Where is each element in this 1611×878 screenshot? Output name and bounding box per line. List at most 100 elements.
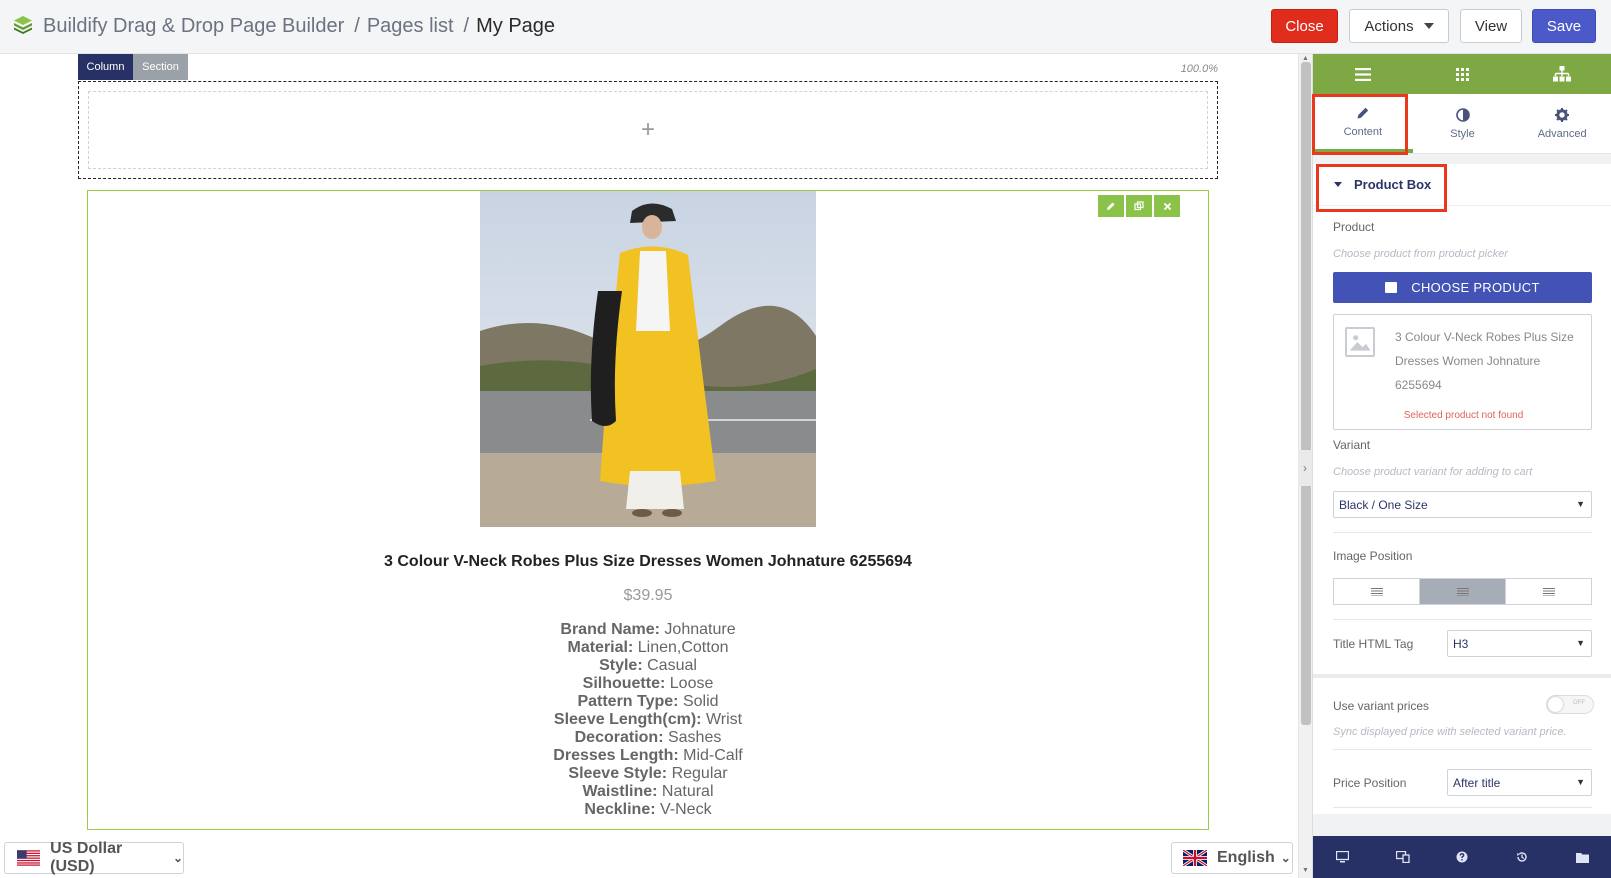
duplicate-widget-button[interactable] — [1126, 195, 1152, 217]
image-position-label: Image Position — [1333, 549, 1413, 563]
history-icon — [1517, 852, 1527, 862]
actions-dropdown-button[interactable]: Actions — [1349, 9, 1449, 43]
variant-prices-toggle[interactable]: OFF — [1546, 695, 1594, 714]
caret-down-icon: ▼ — [1576, 499, 1585, 509]
spec-key: Dresses Length: — [553, 747, 679, 764]
image-position-right[interactable] — [1506, 579, 1591, 604]
title-tag-select[interactable]: H3 ▼ — [1447, 630, 1592, 657]
close-button[interactable]: Close — [1271, 9, 1338, 43]
spec-row: Waistline: Natural — [88, 783, 1208, 801]
actions-button-label: Actions — [1364, 17, 1414, 35]
product-description: Brand Name: Johnature Material: Linen,Co… — [88, 621, 1208, 819]
desktop-icon — [1336, 851, 1350, 863]
tab-advanced-label: Advanced — [1537, 127, 1587, 140]
view-button-label: View — [1474, 17, 1508, 35]
align-left-icon — [1370, 587, 1383, 596]
library-button[interactable] — [1552, 836, 1611, 878]
add-widget-icon[interactable]: + — [641, 116, 655, 144]
breadcrumb-pages-list[interactable]: Pages list — [367, 15, 454, 37]
tab-style-label: Style — [1450, 127, 1475, 140]
panel-footer — [1313, 836, 1611, 878]
title-tag-label: Title HTML Tag — [1333, 637, 1414, 651]
product-label: Product — [1333, 220, 1375, 234]
desktop-preview-button[interactable] — [1313, 836, 1373, 878]
variant-select[interactable]: Black / One Size ▼ — [1333, 491, 1592, 518]
scroll-up-arrow-icon[interactable]: ▲ — [1302, 55, 1309, 62]
choose-product-button[interactable]: CHOOSE PRODUCT — [1333, 272, 1592, 303]
scrollbar-thumb[interactable] — [1301, 62, 1311, 725]
us-flag-icon — [17, 850, 41, 866]
image-position-choice — [1333, 578, 1592, 605]
spec-row: Pattern Type: Solid — [88, 693, 1208, 711]
image-position-left[interactable] — [1334, 579, 1420, 604]
spec-value: Loose — [669, 675, 714, 692]
responsive-mode-button[interactable] — [1373, 836, 1433, 878]
divider — [1333, 619, 1592, 620]
scroll-down-arrow-icon[interactable]: ▼ — [1302, 867, 1309, 874]
chevron-right-icon: › — [1303, 461, 1307, 475]
choose-product-label: CHOOSE PRODUCT — [1411, 280, 1540, 295]
divider — [1333, 749, 1592, 750]
tab-style[interactable]: Style — [1413, 94, 1513, 153]
save-button[interactable]: Save — [1532, 9, 1596, 43]
folder-icon — [1575, 852, 1589, 863]
caret-down-icon: ▼ — [1576, 638, 1585, 648]
image-position-center[interactable] — [1420, 579, 1506, 604]
spec-key: Waistline: — [582, 783, 658, 800]
help-button[interactable] — [1433, 836, 1493, 878]
navigator-button[interactable] — [1512, 54, 1611, 94]
product-not-found-message: Selected product not found — [1403, 410, 1524, 421]
align-right-icon — [1542, 587, 1555, 596]
edit-widget-button[interactable] — [1098, 195, 1124, 217]
spec-value: Natural — [661, 783, 714, 800]
close-button-label: Close — [1285, 17, 1324, 35]
section-divider — [1313, 674, 1611, 678]
language-label: English — [1217, 849, 1275, 866]
breadcrumb-separator: / — [354, 15, 360, 37]
selected-product-card: 3 Colour V-Neck Robes Plus Size Dresses … — [1333, 314, 1592, 430]
collapse-panel-button[interactable]: › — [1298, 450, 1312, 486]
variant-prices-hint: Sync displayed price with selected varia… — [1333, 726, 1567, 738]
spec-key: Sleeve Length(cm): — [553, 711, 702, 728]
spec-key: Sleeve Style: — [568, 765, 668, 782]
empty-column: + — [78, 81, 1218, 179]
spec-key: Brand Name: — [560, 621, 660, 638]
divider — [1333, 532, 1592, 533]
widgets-button[interactable] — [1413, 54, 1513, 94]
chevron-down-icon: ⌄ — [172, 851, 183, 865]
breadcrumb-app-title[interactable]: Buildify Drag & Drop Page Builder — [43, 15, 344, 37]
spec-row: Material: Linen,Cotton — [88, 639, 1208, 657]
product-hint: Choose product from product picker — [1333, 248, 1508, 260]
history-button[interactable] — [1492, 836, 1552, 878]
align-center-icon — [1456, 587, 1469, 596]
spec-value: Linen,Cotton — [637, 639, 729, 656]
spec-value: Casual — [647, 657, 697, 674]
section-handle-tab[interactable]: Section — [133, 54, 188, 80]
selected-product-title: 3 Colour V-Neck Robes Plus Size Dresses … — [1395, 330, 1574, 392]
title-tag-select-value: H3 — [1453, 636, 1469, 651]
menu-button[interactable] — [1313, 54, 1413, 94]
product-price: $39.95 — [623, 587, 673, 604]
caret-down-icon — [1423, 23, 1434, 29]
variant-hint: Choose product variant for adding to car… — [1333, 466, 1533, 478]
currency-label: US Dollar (USD) — [50, 840, 123, 875]
tab-advanced[interactable]: Advanced — [1512, 94, 1611, 153]
gear-icon — [1555, 107, 1570, 122]
column-handle-tab[interactable]: Column — [78, 54, 133, 80]
price-position-select-value: After title — [1453, 775, 1501, 790]
spec-row: Neckline: V-Neck — [88, 801, 1208, 819]
variant-label: Variant — [1333, 438, 1371, 452]
currency-selector[interactable]: US Dollar (USD) ⌄ — [4, 840, 184, 875]
view-button[interactable]: View — [1460, 9, 1522, 43]
remove-widget-button[interactable] — [1154, 195, 1180, 217]
chevron-down-icon: ⌄ — [1280, 851, 1291, 865]
image-placeholder-icon — [1345, 327, 1375, 357]
language-selector[interactable]: English ⌄ — [1171, 842, 1293, 874]
highlight-box-product-box — [1316, 164, 1447, 212]
save-button-label: Save — [1546, 17, 1582, 35]
variant-select-value: Black / One Size — [1339, 497, 1428, 512]
column-width-indicator: 100.0% — [1180, 63, 1218, 75]
product-box-widget[interactable]: 3 Colour V-Neck Robes Plus Size Dresses … — [87, 190, 1209, 830]
add-widget-dropzone[interactable]: + — [88, 91, 1208, 169]
price-position-select[interactable]: After title ▼ — [1447, 769, 1592, 796]
